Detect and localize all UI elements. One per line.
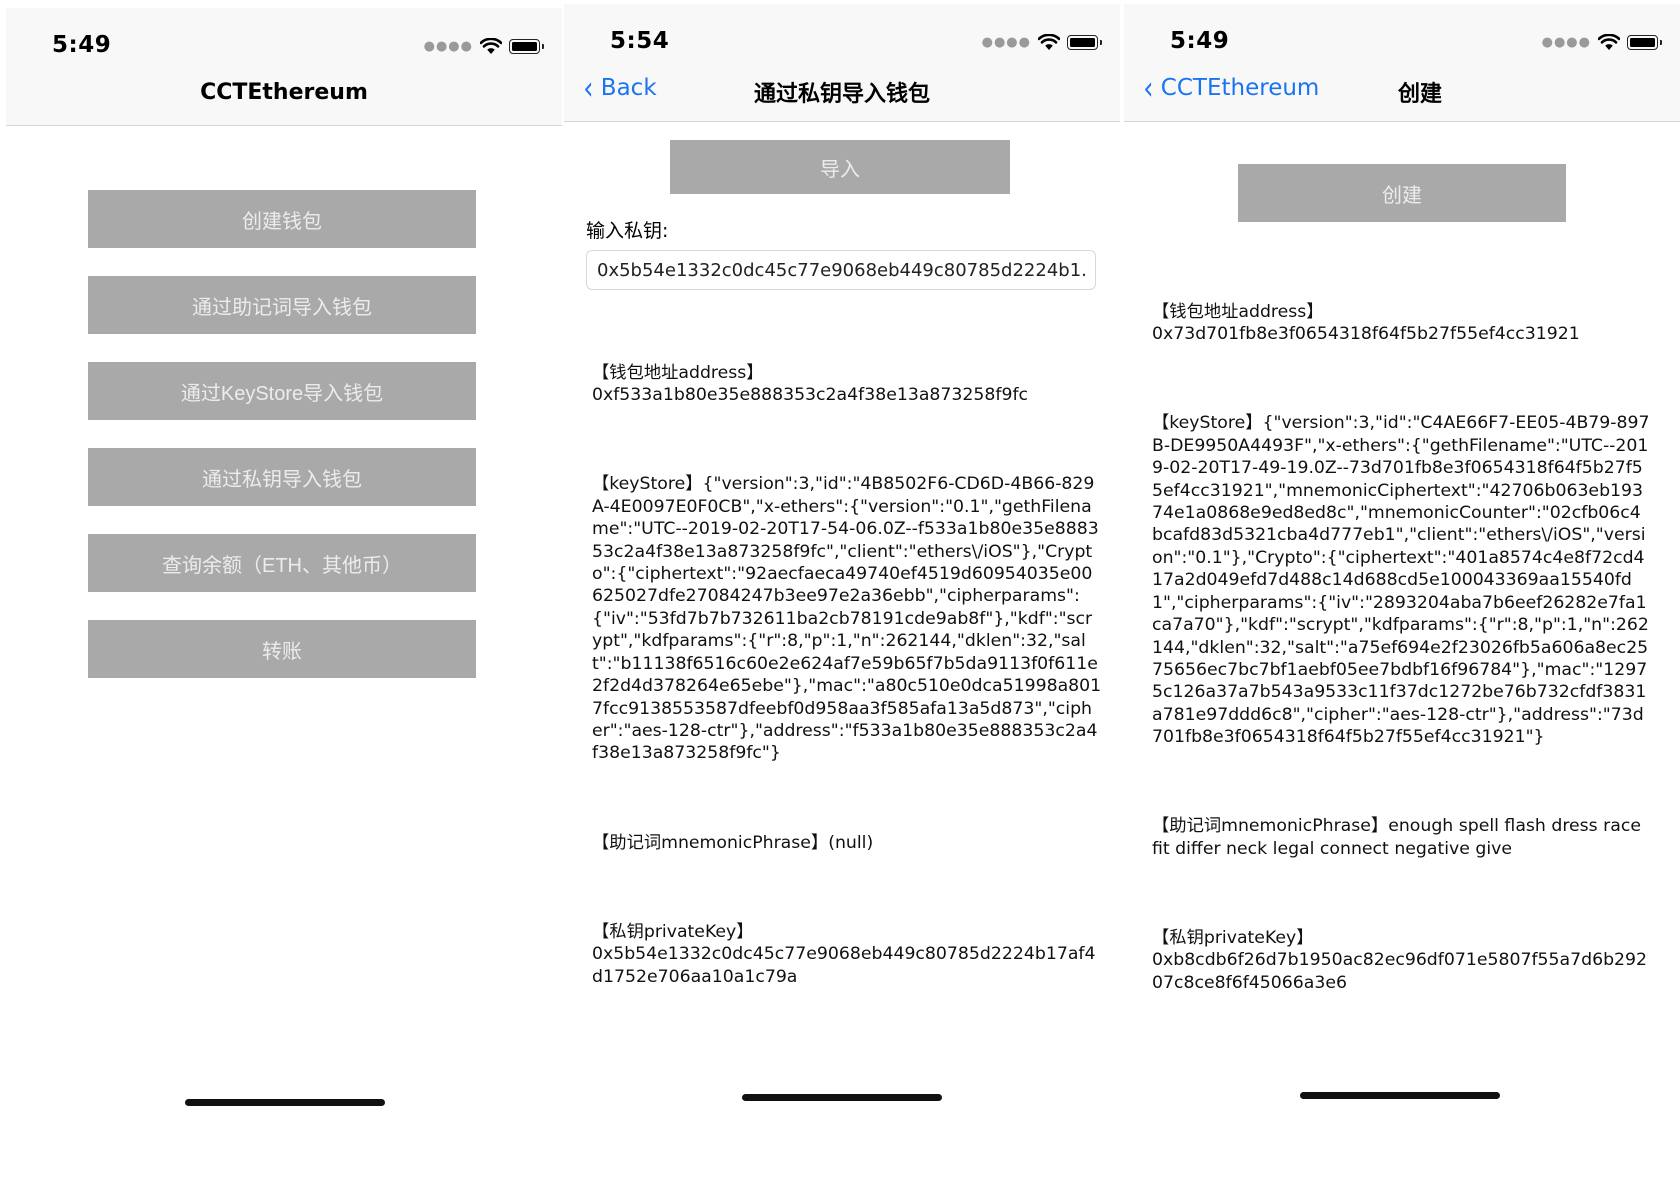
navigation-bar: 5:49 ●●●● CCTEthereum [6, 8, 562, 126]
home-indicator[interactable] [185, 1099, 385, 1106]
private-key-input[interactable] [586, 250, 1096, 290]
create-button[interactable]: 创建 [1238, 164, 1566, 222]
status-time: 5:49 [1170, 28, 1230, 54]
status-time: 5:54 [610, 28, 670, 54]
page-title: CCTEthereum [200, 80, 368, 105]
mnemonic-phrase: (null) [828, 832, 874, 853]
status-icons: ●●●● [981, 30, 1102, 54]
back-button[interactable]: ‹ CCTEthereum [1142, 69, 1320, 107]
page-title: 通过私钥导入钱包 [753, 82, 930, 107]
keystore-json: {"version":3,"id":"C4AE66F7-EE05-4B79-89… [1152, 413, 1650, 748]
cellular-signal-icon: ●●●● [1541, 34, 1591, 50]
wifi-icon [1598, 33, 1620, 50]
import-by-private-key-button[interactable]: 通过私钥导入钱包 [88, 448, 476, 506]
wallet-address: 0x73d701fb8e3f0654318f64f5b27f55ef4cc319… [1152, 324, 1580, 345]
cellular-signal-icon: ●●●● [981, 34, 1031, 50]
status-icons: ●●●● [1541, 30, 1662, 54]
status-time: 5:49 [52, 32, 112, 58]
back-label: CCTEthereum [1160, 74, 1320, 101]
wallet-info-output: 【钱包地址address】 0x73d701fb8e3f0654318f64f5… [1152, 301, 1650, 993]
transfer-button[interactable]: 转账 [88, 620, 476, 678]
wallet-info-output: 【钱包地址address】 0xf533a1b80e35e888353c2a4f… [592, 362, 1102, 987]
wallet-home-screen: 5:49 ●●●● CCTEthereum 创建钱包 通过助记词导入钱包 通过K… [6, 0, 562, 1196]
wifi-icon [480, 37, 502, 54]
cellular-signal-icon: ●●●● [423, 38, 473, 54]
private-key-input-label: 输入私钥: [586, 220, 669, 242]
private-key: 0x5b54e1332c0dc45c77e9068eb449c80785d222… [592, 944, 1096, 987]
wallet-address: 0xf533a1b80e35e888353c2a4f38e13a873258f9… [592, 385, 1029, 406]
import-button[interactable]: 导入 [670, 140, 1010, 194]
navigation-bar: 5:54 ●●●● ‹ Back 通过私钥导入钱包 [564, 4, 1120, 122]
page-title: 创建 [1398, 82, 1443, 107]
import-private-key-screen: 5:54 ●●●● ‹ Back 通过私钥导入钱包 导入 输入私钥: 【钱包地址… [564, 0, 1120, 1196]
keystore-json: {"version":3,"id":"4B8502F6-CD6D-4B66-82… [592, 474, 1102, 764]
import-by-mnemonic-button[interactable]: 通过助记词导入钱包 [88, 276, 476, 334]
home-indicator[interactable] [742, 1094, 942, 1101]
import-by-keystore-button[interactable]: 通过KeyStore导入钱包 [88, 362, 476, 420]
battery-icon [509, 38, 544, 54]
navigation-bar: 5:49 ●●●● ‹ CCTEthereum 创建 [1124, 4, 1680, 122]
create-wallet-button[interactable]: 创建钱包 [88, 190, 476, 248]
home-indicator[interactable] [1300, 1092, 1500, 1099]
battery-icon [1067, 34, 1102, 50]
battery-icon [1627, 34, 1662, 50]
query-balance-button[interactable]: 查询余额（ETH、其他币） [88, 534, 476, 592]
wifi-icon [1038, 33, 1060, 50]
create-wallet-screen: 5:49 ●●●● ‹ CCTEthereum 创建 创建 【钱包地址addre… [1124, 0, 1680, 1196]
private-key: 0xb8cdb6f26d7b1950ac82ec96df071e5807f55a… [1152, 950, 1648, 993]
chevron-left-icon: ‹ [1143, 69, 1154, 107]
status-icons: ●●●● [423, 34, 544, 58]
